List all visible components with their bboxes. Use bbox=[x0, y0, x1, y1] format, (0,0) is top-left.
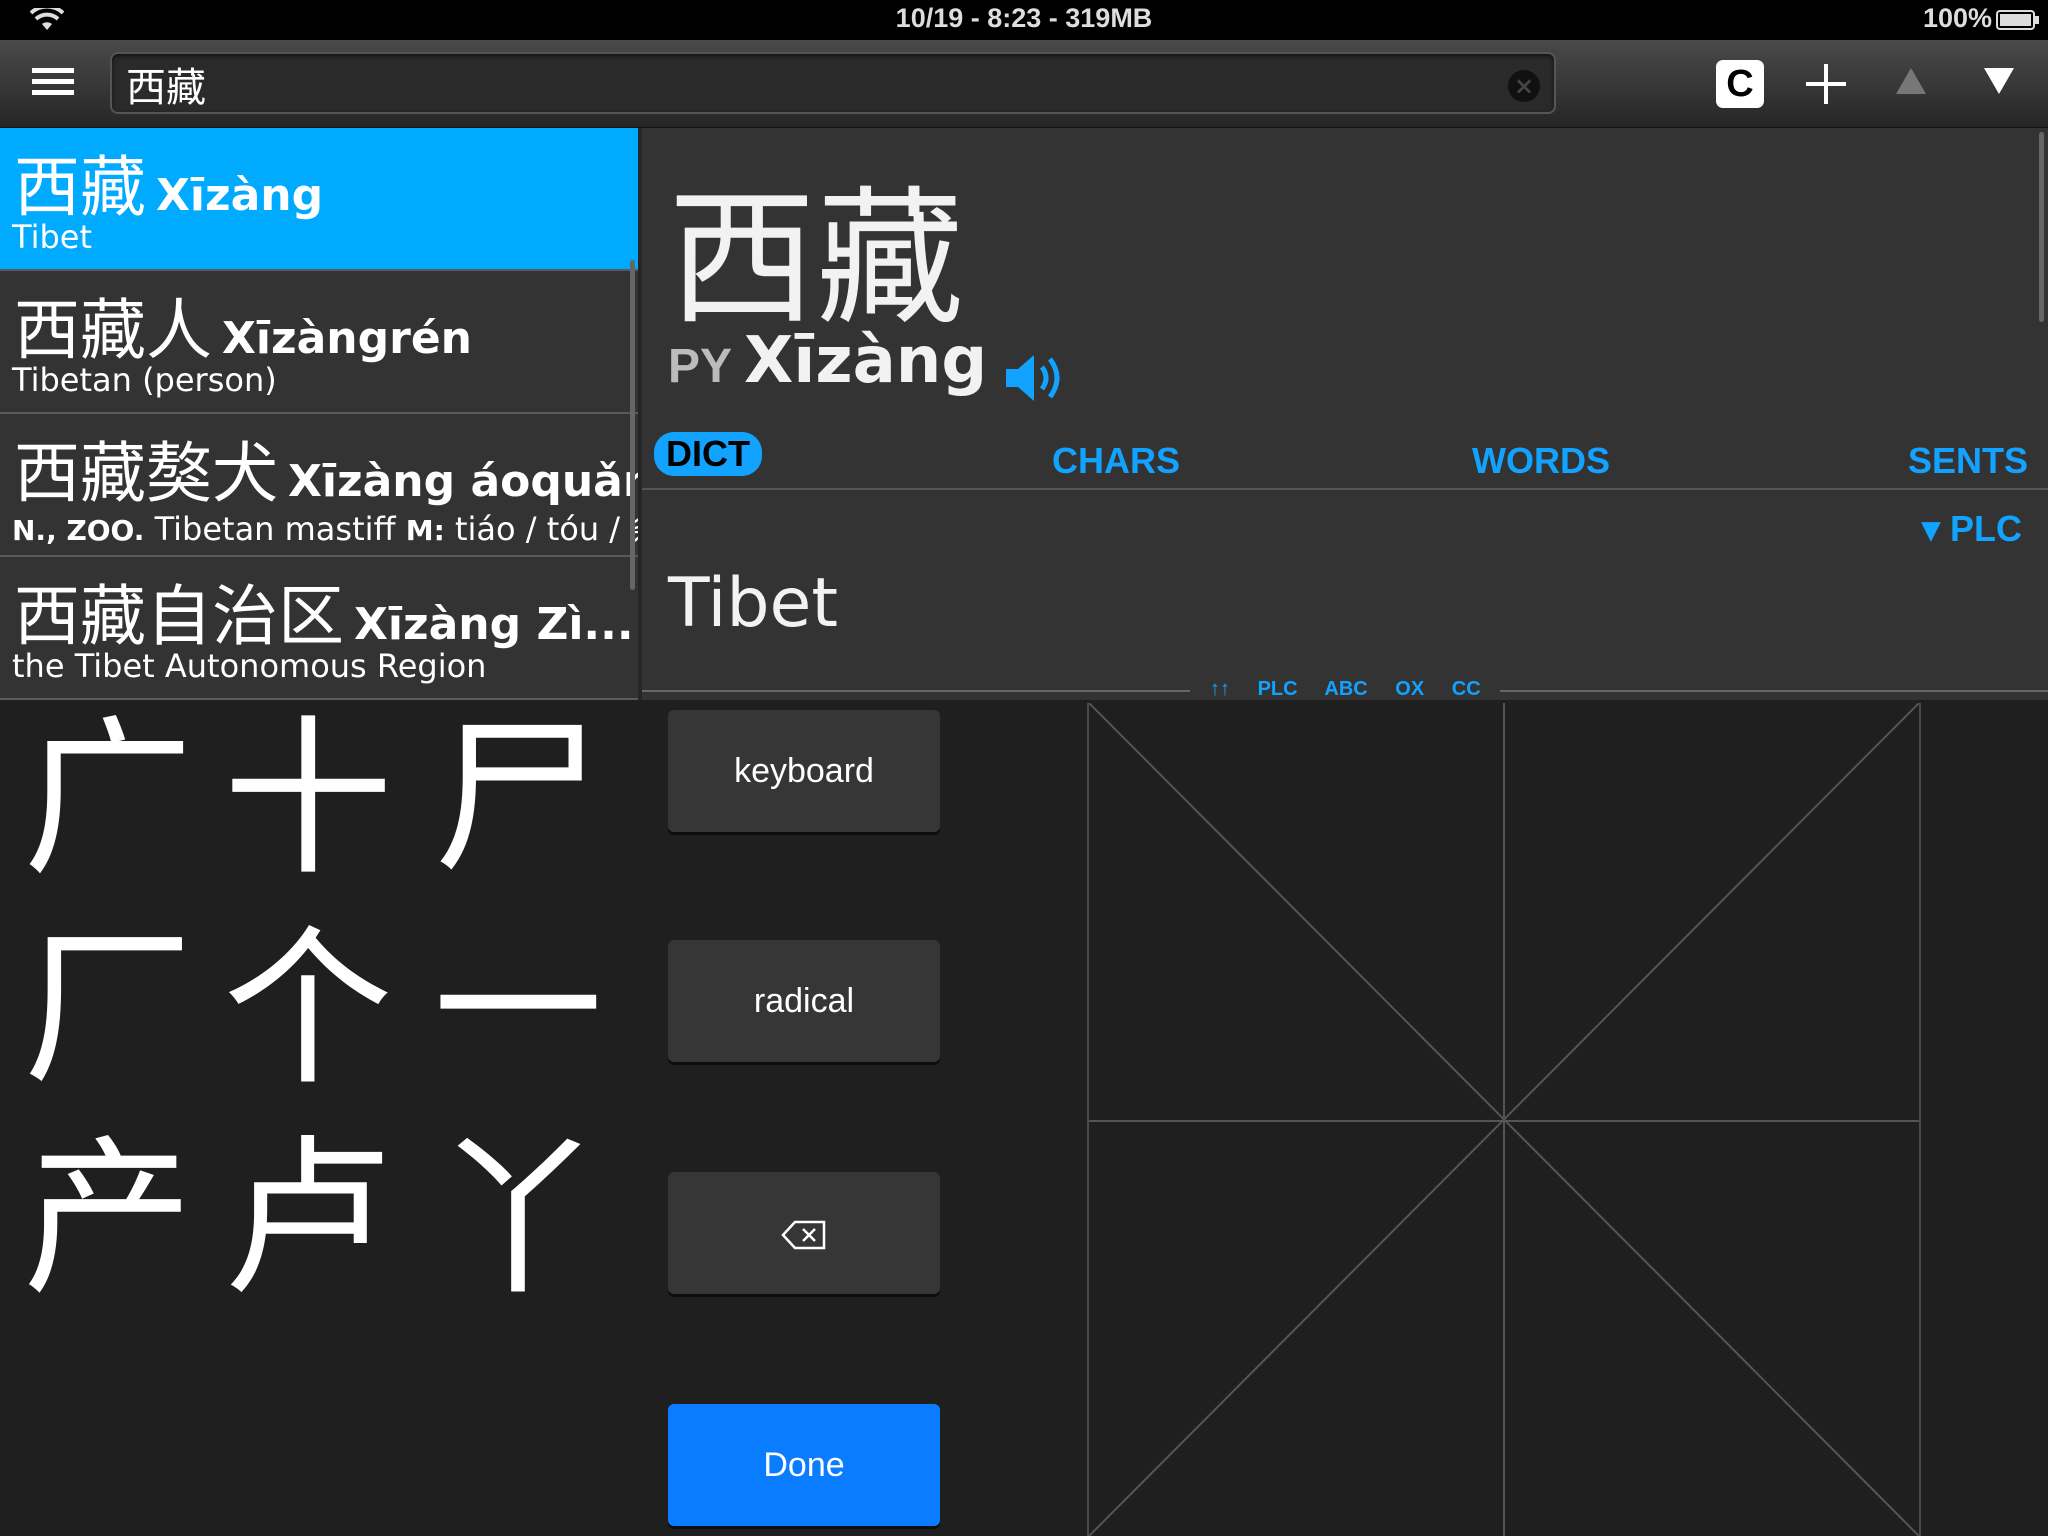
speaker-icon[interactable] bbox=[1002, 349, 1068, 407]
divider bbox=[642, 690, 1190, 692]
candidate-char[interactable]: 一 bbox=[418, 910, 618, 1110]
source-bar: ↑↑ PLC ABC OX CC bbox=[642, 678, 2048, 700]
candidate-char[interactable]: 产 bbox=[8, 1120, 208, 1320]
handwriting-keyboard: 广 十 尸 厂 个 一 产 卢 丫 keyboard radical Done bbox=[0, 700, 2048, 1536]
result-pinyin: Xīzàng Zì... bbox=[354, 599, 634, 650]
tab-words[interactable]: WORDS bbox=[1472, 440, 1610, 482]
candidate-char[interactable]: 厂 bbox=[8, 910, 208, 1110]
toolbar: × C bbox=[0, 40, 2048, 128]
result-definition: N., ZOO. Tibetan mastiff M: tiáo / tóu /… bbox=[12, 504, 638, 550]
app-root: 10/19 - 8:23 - 319MB 100% × C 西藏Xīzàng bbox=[0, 0, 2048, 1536]
candidate-char[interactable]: 广 bbox=[8, 700, 208, 900]
source-link-abc[interactable]: ABC bbox=[1324, 678, 1367, 700]
result-row-tibetan-person[interactable]: 西藏人 Xīzàngrén Tibetan (person) bbox=[0, 271, 638, 414]
tab-sents[interactable]: SENTS bbox=[1908, 440, 2028, 482]
result-definition: Tibet bbox=[12, 218, 92, 256]
definition-text: Tibetan mastiff bbox=[144, 510, 406, 548]
divider bbox=[1500, 690, 2048, 692]
result-row-tibet-autonomous-region[interactable]: 西藏自治区 Xīzàng Zì... the Tibet Autonomous R… bbox=[0, 557, 638, 700]
source-link-cc[interactable]: CC bbox=[1452, 678, 1481, 700]
tab-dict[interactable]: DICT bbox=[654, 432, 762, 476]
clear-icon[interactable]: × bbox=[1508, 70, 1540, 102]
part-of-speech: N., ZOO. bbox=[12, 514, 145, 547]
result-pinyin: Xīzàng bbox=[156, 170, 324, 221]
add-icon[interactable] bbox=[1800, 58, 1852, 110]
candidate-char[interactable]: 尸 bbox=[418, 700, 618, 900]
result-hanzi: 西藏 bbox=[14, 149, 146, 226]
detail-scrollbar[interactable] bbox=[2039, 132, 2044, 322]
result-hanzi: 西藏人 bbox=[14, 292, 212, 369]
result-word: 西藏獒犬 Xīzàng áoquǎn bbox=[14, 420, 638, 516]
result-row-tibetan-mastiff[interactable]: 西藏獒犬 Xīzàng áoquǎn N., ZOO. Tibetan masti… bbox=[0, 414, 638, 557]
entry-headword: 西藏 bbox=[668, 173, 964, 345]
battery-icon bbox=[1996, 10, 2039, 30]
battery-percent: 100% bbox=[1922, 3, 1992, 33]
previous-arrow-icon[interactable] bbox=[1894, 66, 1928, 96]
measure-word-label: M: bbox=[405, 514, 445, 547]
result-definition: Tibetan (person) bbox=[12, 361, 277, 399]
search-field[interactable]: × bbox=[110, 52, 1556, 114]
tab-chars[interactable]: CHARS bbox=[1052, 440, 1180, 482]
source-link-ox[interactable]: OX bbox=[1395, 678, 1424, 700]
menu-icon[interactable] bbox=[32, 68, 74, 100]
status-bar: 10/19 - 8:23 - 319MB 100% bbox=[0, 0, 2048, 40]
source-link-expand[interactable]: ↑↑ bbox=[1210, 678, 1230, 700]
entry-definition: Tibet bbox=[668, 564, 838, 643]
result-definition: the Tibet Autonomous Region bbox=[12, 647, 487, 685]
done-button[interactable]: Done bbox=[668, 1404, 940, 1526]
result-pinyin: Xīzàngrén bbox=[222, 313, 472, 364]
result-row-tibet[interactable]: 西藏 Xīzàng Tibet bbox=[0, 128, 638, 271]
keyboard-button[interactable]: keyboard bbox=[668, 710, 940, 832]
source-link-plc[interactable]: PLC bbox=[1258, 678, 1298, 700]
results-list[interactable]: 西藏 Xīzàng Tibet 西藏人 Xīzàngrén Tibetan (per… bbox=[0, 128, 638, 700]
result-word: 西藏人 Xīzàngrén bbox=[14, 277, 472, 373]
entry-pinyin: Xīzàng bbox=[744, 324, 988, 398]
clipboard-button[interactable]: C bbox=[1716, 60, 1764, 108]
result-word: 西藏自治区 Xīzàng Zì... bbox=[14, 563, 634, 659]
handwriting-canvas[interactable] bbox=[1087, 703, 1921, 1536]
source-links: ↑↑ PLC ABC OX CC bbox=[1210, 678, 1503, 700]
entry-detail: 西藏 PY Xīzàng DICT CHARS WORDS SENTS ▾ PLC… bbox=[642, 128, 2048, 700]
candidate-char[interactable]: 卢 bbox=[208, 1120, 408, 1320]
result-hanzi: 西藏自治区 bbox=[14, 578, 344, 655]
candidate-char[interactable]: 个 bbox=[208, 910, 408, 1110]
radical-button[interactable]: radical bbox=[668, 940, 940, 1062]
next-arrow-icon[interactable] bbox=[1982, 66, 2016, 96]
backspace-icon bbox=[781, 1220, 826, 1250]
results-scrollbar[interactable] bbox=[630, 260, 635, 590]
candidate-char[interactable]: 丫 bbox=[418, 1120, 618, 1320]
backspace-button[interactable] bbox=[668, 1172, 940, 1294]
result-pinyin: Xīzàng áoquǎn bbox=[288, 456, 638, 507]
candidate-char[interactable]: 十 bbox=[208, 700, 408, 900]
pinyin-row: PY Xīzàng bbox=[668, 324, 1068, 407]
detail-tabs: DICT CHARS WORDS SENTS bbox=[642, 420, 2048, 490]
result-word: 西藏 Xīzàng bbox=[14, 134, 323, 230]
source-toggle[interactable]: ▾ PLC bbox=[1922, 508, 2022, 550]
result-hanzi: 西藏獒犬 bbox=[14, 435, 278, 512]
measure-word: tiáo / tóu / 条 bbox=[454, 510, 638, 548]
search-input[interactable] bbox=[126, 60, 1466, 108]
status-center-text: 10/19 - 8:23 - 319MB bbox=[895, 3, 1153, 33]
pinyin-tag: PY bbox=[668, 340, 733, 393]
